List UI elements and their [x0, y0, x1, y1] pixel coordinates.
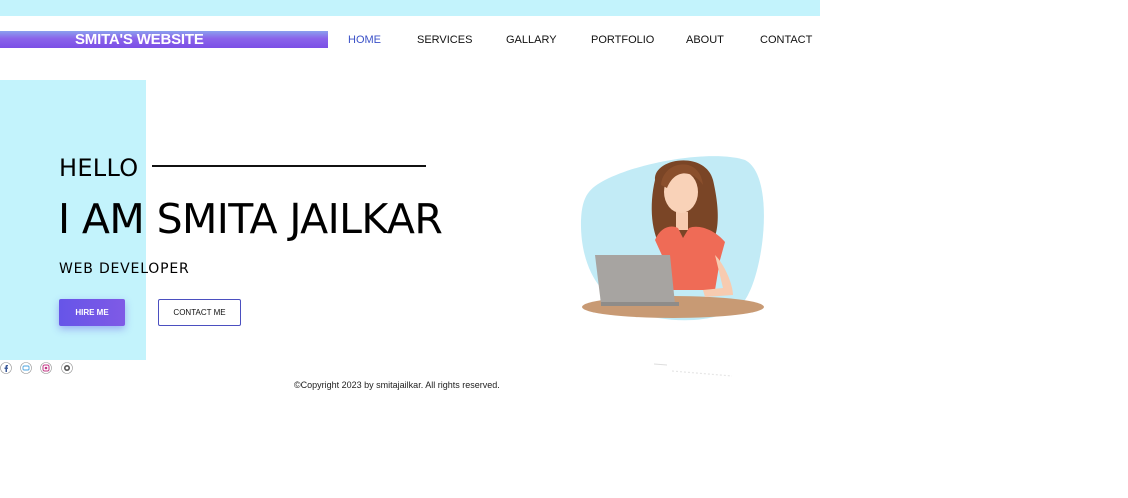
twitter-icon[interactable] — [20, 362, 32, 374]
hero-greeting: HELLO — [59, 154, 139, 182]
site-logo-text: SMITA'S WEBSITE — [75, 31, 204, 48]
hero-role: WEB DEVELOPER — [59, 261, 190, 277]
nav-home[interactable]: HOME — [348, 34, 381, 47]
top-accent-bar — [0, 0, 820, 16]
instagram-icon[interactable] — [40, 362, 52, 374]
facebook-icon[interactable] — [0, 362, 12, 374]
site-logo[interactable]: SMITA'S WEBSITE — [0, 31, 328, 48]
hero-title: I AM SMITA JAILKAR — [58, 195, 443, 243]
greeting-divider — [152, 165, 426, 167]
nav-about[interactable]: ABOUT — [686, 34, 724, 47]
github-icon[interactable] — [61, 362, 73, 374]
contact-me-button[interactable]: CONTACT ME — [158, 299, 241, 326]
footer-copyright: ©Copyright 2023 by smitajailkar. All rig… — [294, 380, 500, 390]
nav-contact[interactable]: CONTACT — [760, 34, 812, 47]
nav-services[interactable]: SERVICES — [417, 34, 472, 47]
illustration-shadow-decoration — [653, 363, 733, 377]
woman-with-laptop-illustration — [580, 156, 764, 321]
hire-me-button[interactable]: HIRE ME — [59, 299, 125, 326]
nav-portfolio[interactable]: PORTFOLIO — [591, 34, 654, 47]
nav-gallary[interactable]: GALLARY — [506, 34, 557, 47]
